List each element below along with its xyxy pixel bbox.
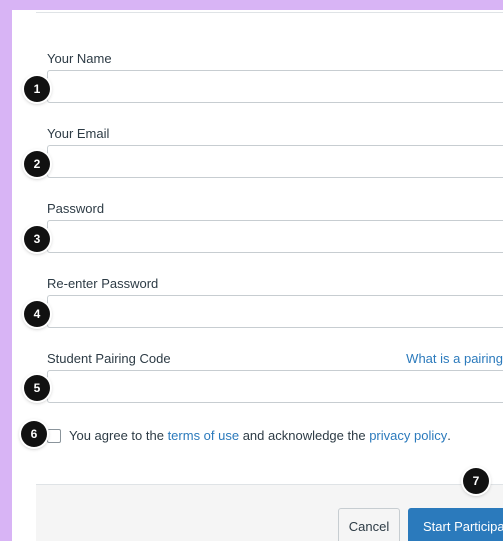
cancel-button[interactable]: Cancel (338, 508, 400, 541)
terms-agreement: You agree to the terms of use and acknow… (47, 428, 451, 443)
privacy-policy-link[interactable]: privacy policy (369, 428, 447, 443)
password-label: Password (47, 201, 105, 216)
step-badge-1: 1 (24, 76, 50, 102)
agree-suffix-text: . (447, 428, 451, 443)
agree-middle-text: and acknowledge the (239, 428, 370, 443)
step-badge-4: 4 (24, 301, 50, 327)
pairing-code-field[interactable] (47, 370, 503, 403)
start-participating-button[interactable]: Start Participa (408, 508, 503, 541)
name-field[interactable] (47, 70, 503, 103)
step-badge-2: 2 (24, 151, 50, 177)
email-field[interactable] (47, 145, 503, 178)
signup-panel: Your Name Your Email Password Re-enter P… (12, 10, 503, 541)
form-footer: Cancel Start Participa (36, 484, 503, 541)
step-badge-5: 5 (24, 375, 50, 401)
agree-checkbox[interactable] (47, 428, 61, 443)
divider (36, 12, 503, 13)
email-label: Your Email (47, 126, 110, 141)
terms-of-use-link[interactable]: terms of use (168, 428, 240, 443)
pairing-code-label: Student Pairing Code (47, 351, 171, 366)
reenter-password-label: Re-enter Password (47, 276, 159, 291)
name-label: Your Name (47, 51, 112, 66)
step-badge-6: 6 (21, 421, 47, 447)
step-badge-7: 7 (463, 468, 489, 494)
pairing-code-help-link[interactable]: What is a pairing (406, 351, 503, 366)
password-field[interactable] (47, 220, 503, 253)
agree-prefix-text: You agree to the (69, 428, 168, 443)
step-badge-3: 3 (24, 226, 50, 252)
reenter-password-field[interactable] (47, 295, 503, 328)
